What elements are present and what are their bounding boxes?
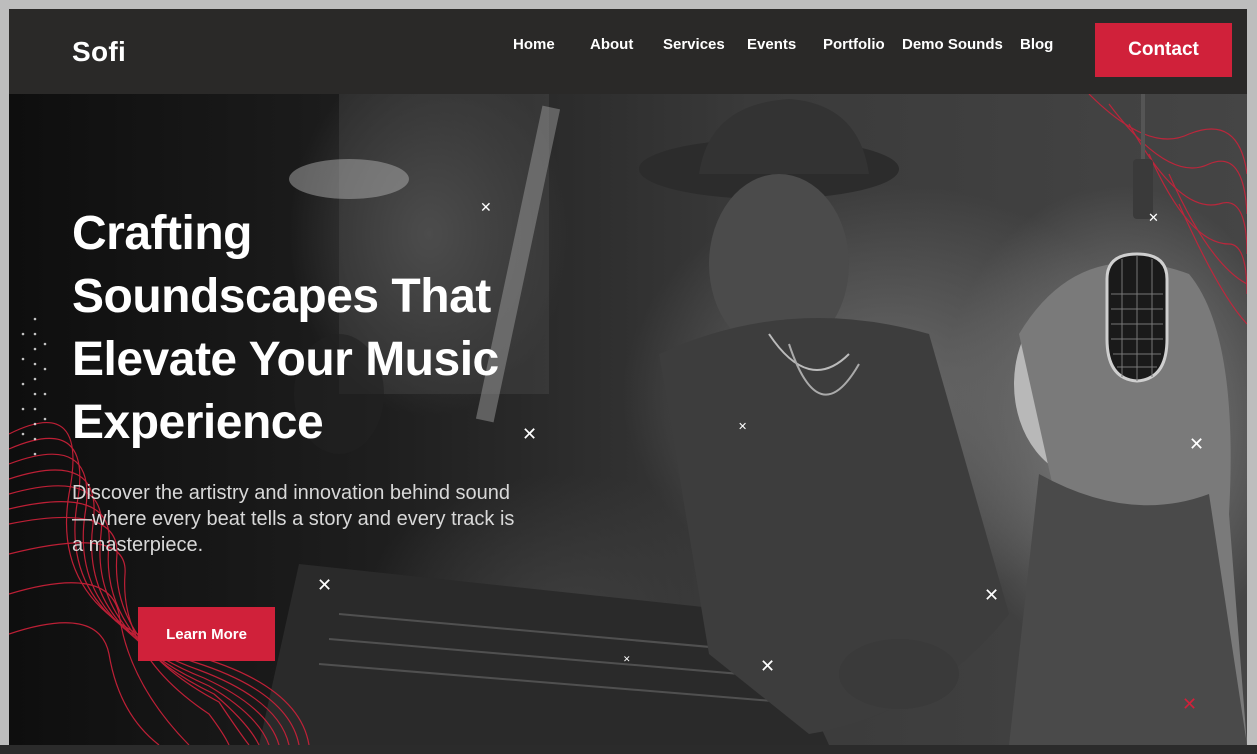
hero-subtext: Discover the artistry and innovation beh… [72, 482, 515, 556]
x-sparkle-icon: ✕ [317, 575, 333, 596]
next-section-edge [0, 745, 1257, 754]
hero-headline-line: Crafting [72, 207, 252, 260]
nav-link-home[interactable]: Home [513, 36, 555, 53]
contact-button[interactable]: Contact [1095, 23, 1232, 77]
nav-link-portfolio[interactable]: Portfolio [823, 36, 885, 53]
hero-headline-line: Soundscapes That [72, 270, 491, 323]
nav-links: Home About Services Events Portfolio Dem… [9, 9, 1247, 94]
page-frame: Sofi Home About Services Events Portfoli… [9, 9, 1247, 745]
nav-link-events[interactable]: Events [747, 36, 796, 53]
microphone-icon [1105, 94, 1169, 383]
learn-more-button[interactable]: Learn More [138, 607, 275, 661]
hero-headline-line: Elevate Your Music [72, 333, 499, 386]
x-sparkle-icon: ✕ [760, 656, 776, 677]
x-sparkle-icon: ✕ [984, 585, 1000, 606]
hero-headline: Crafting Soundscapes That Elevate Your M… [72, 202, 542, 454]
x-sparkle-icon: ✕ [623, 655, 631, 665]
nav-link-blog[interactable]: Blog [1020, 36, 1053, 53]
navbar: Sofi Home About Services Events Portfoli… [9, 9, 1247, 94]
x-sparkle-icon: ✕ [738, 420, 748, 433]
nav-link-services[interactable]: Services [663, 36, 725, 53]
nav-link-demo-sounds[interactable]: Demo Sounds [902, 36, 1003, 53]
hero-headline-line: Experience [72, 396, 324, 449]
x-sparkle-icon: ✕ [1148, 211, 1159, 226]
x-sparkle-icon: ✕ [1182, 694, 1198, 715]
hero-section: ✕ ✕ ✕ ✕ ✕ ✕ ✕ ✕ ✕ ✕ Crafting Soundscapes… [9, 94, 1247, 745]
x-sparkle-icon: ✕ [1189, 434, 1205, 455]
nav-link-about[interactable]: About [590, 36, 633, 53]
